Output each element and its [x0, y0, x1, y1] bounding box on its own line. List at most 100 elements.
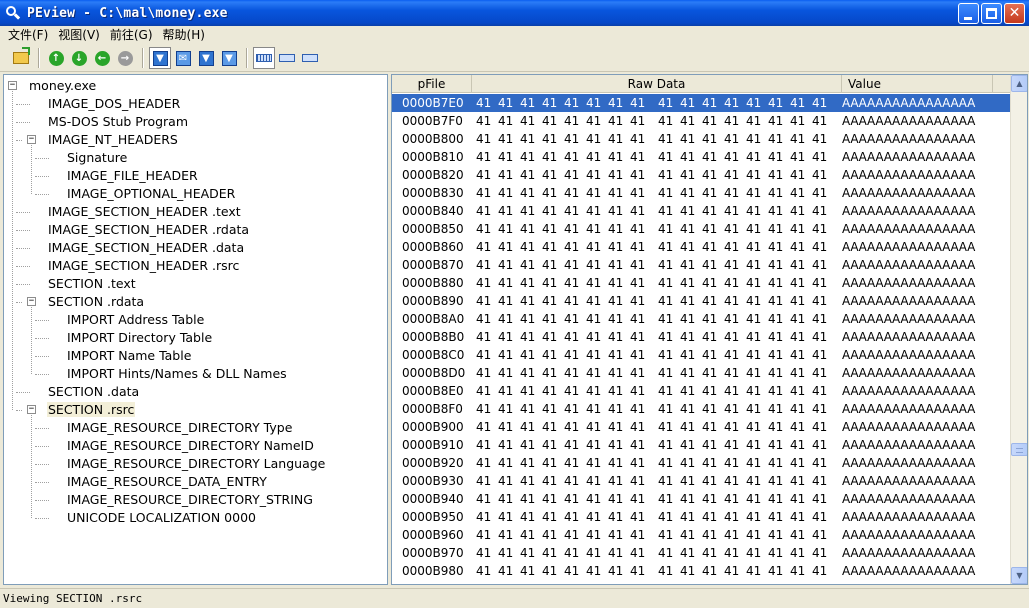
table-row[interactable]: 0000B800 41 41 41 41 41 41 41 41 41 41 41 41 41 41 41 41…: [392, 130, 1011, 148]
tree-connector: [35, 176, 49, 177]
maximize-button[interactable]: [981, 3, 1002, 24]
go-previous-button[interactable]: ←: [91, 47, 113, 69]
tree-node[interactable]: IMPORT Hints/Names & DLL Names: [66, 365, 288, 383]
tree-node[interactable]: IMAGE_NT_HEADERS: [47, 131, 179, 149]
table-row[interactable]: 0000B980 41 41 41 41 41 41 41 41 41 41 41 41 41 41 41 41…: [392, 562, 1011, 580]
table-row[interactable]: 0000B820 41 41 41 41 41 41 41 41 41 41 41 41 41 41 41 41…: [392, 166, 1011, 184]
hex-byte: 41: [498, 114, 514, 128]
tree-node[interactable]: MS-DOS Stub Program: [47, 113, 189, 131]
table-row[interactable]: 0000B8F0 41 41 41 41 41 41 41 41 41 41 41 41 41 41 41 41…: [392, 400, 1011, 418]
tree-node[interactable]: IMAGE_RESOURCE_DIRECTORY Type: [66, 419, 293, 437]
grid-header: pFile Raw Data Value: [392, 75, 1011, 93]
tree-node[interactable]: SECTION .rsrc: [47, 401, 136, 419]
title-bar[interactable]: PEview - C:\mal\money.exe ✕: [0, 0, 1029, 26]
structure-tree[interactable]: money.exe − IMAGE_DOS_HEADER MS-DOS Stub Pr…: [3, 74, 388, 585]
tree-node[interactable]: IMPORT Address Table: [66, 311, 205, 329]
tree-node[interactable]: IMAGE_RESOURCE_DIRECTORY_STRING: [66, 491, 314, 509]
table-row[interactable]: 0000B8E0 41 41 41 41 41 41 41 41 41 41 41 41 41 41 41 41…: [392, 382, 1011, 400]
table-row[interactable]: 0000B8C0 41 41 41 41 41 41 41 41 41 41 41 41 41 41 41 41…: [392, 346, 1011, 364]
tree-node[interactable]: IMAGE_SECTION_HEADER .rsrc: [47, 257, 240, 275]
table-row[interactable]: 0000B860 41 41 41 41 41 41 41 41 41 41 41 41 41 41 41 41…: [392, 238, 1011, 256]
tree-node[interactable]: IMAGE_SECTION_HEADER .data: [47, 239, 245, 257]
table-row[interactable]: 0000B8A0 41 41 41 41 41 41 41 41 41 41 41 41 41 41 41 41…: [392, 310, 1011, 328]
hex-byte: 41: [498, 222, 514, 236]
table-row[interactable]: 0000B870 41 41 41 41 41 41 41 41 41 41 41 41 41 41 41 41…: [392, 256, 1011, 274]
collapse-toggle-icon[interactable]: −: [27, 405, 36, 414]
minimize-button[interactable]: [958, 3, 979, 24]
go-next-button[interactable]: →: [114, 47, 136, 69]
view-word-button[interactable]: [276, 47, 298, 69]
tree-node[interactable]: IMPORT Directory Table: [66, 329, 213, 347]
tree-node[interactable]: IMAGE_RESOURCE_DIRECTORY Language: [66, 455, 326, 473]
tree-node[interactable]: UNICODE LOCALIZATION 0000: [66, 509, 257, 527]
hex-byte: 41: [812, 528, 828, 542]
table-row[interactable]: 0000B970 41 41 41 41 41 41 41 41 41 41 41 41 41 41 41 41…: [392, 544, 1011, 562]
table-row[interactable]: 0000B900 41 41 41 41 41 41 41 41 41 41 41 41 41 41 41 41…: [392, 418, 1011, 436]
table-row[interactable]: 0000B7E0 41 41 41 41 41 41 41 41 41 41 41 41 41 41 41 41…: [392, 94, 1011, 112]
table-row[interactable]: 0000B960 41 41 41 41 41 41 41 41 41 41 41 41 41 41 41 41…: [392, 526, 1011, 544]
table-row[interactable]: 0000B830 41 41 41 41 41 41 41 41 41 41 41 41 41 41 41 41…: [392, 184, 1011, 202]
tree-node[interactable]: IMAGE_RESOURCE_DIRECTORY NameID: [66, 437, 315, 455]
column-header-raw-data[interactable]: Raw Data: [472, 75, 842, 92]
collapse-toggle-icon[interactable]: −: [27, 297, 36, 306]
close-button[interactable]: ✕: [1004, 3, 1025, 24]
hex-byte: 41: [724, 312, 740, 326]
table-row[interactable]: 0000B940 41 41 41 41 41 41 41 41 41 41 41 41 41 41 41 41…: [392, 490, 1011, 508]
table-row[interactable]: 0000B880 41 41 41 41 41 41 41 41 41 41 41 41 41 41 41 41…: [392, 274, 1011, 292]
menu-help[interactable]: 帮助(H): [158, 26, 210, 45]
table-row[interactable]: 0000B890 41 41 41 41 41 41 41 41 41 41 41 41 41 41 41 41…: [392, 292, 1011, 310]
hex-byte: 41: [702, 132, 718, 146]
hex-byte: 41: [680, 420, 696, 434]
view-byte-button[interactable]: [253, 47, 275, 69]
table-row[interactable]: 0000B840 41 41 41 41 41 41 41 41 41 41 41 41 41 41 41 41…: [392, 202, 1011, 220]
column-header-pfile[interactable]: pFile: [392, 75, 472, 92]
tree-node-label: IMAGE_RESOURCE_DIRECTORY_STRING: [67, 492, 313, 507]
go-back-button[interactable]: ↑: [45, 47, 67, 69]
hex-byte: 41: [476, 402, 492, 416]
minimize-icon: [964, 17, 972, 20]
hex-byte: 41: [476, 276, 492, 290]
tree-node[interactable]: SECTION .text: [47, 275, 137, 293]
tree-node[interactable]: SECTION .data: [47, 383, 140, 401]
vertical-scrollbar[interactable]: ▲ ▼: [1010, 75, 1027, 584]
data-grid[interactable]: pFile Raw Data Value 0000B7E0 41 41 41 41 41 4…: [391, 74, 1028, 585]
table-row[interactable]: 0000B910 41 41 41 41 41 41 41 41 41 41 41 41 41 41 41 41…: [392, 436, 1011, 454]
view-mail-button[interactable]: ✉: [172, 47, 194, 69]
table-row[interactable]: 0000B850 41 41 41 41 41 41 41 41 41 41 41 41 41 41 41 41…: [392, 220, 1011, 238]
table-row[interactable]: 0000B8B0 41 41 41 41 41 41 41 41 41 41 41 41 41 41 41 41…: [392, 328, 1011, 346]
table-row[interactable]: 0000B810 41 41 41 41 41 41 41 41 41 41 41 41 41 41 41 41…: [392, 148, 1011, 166]
tree-node[interactable]: IMAGE_RESOURCE_DATA_ENTRY: [66, 473, 268, 491]
table-row[interactable]: 0000B7F0 41 41 41 41 41 41 41 41 41 41 41 41 41 41 41 41…: [392, 112, 1011, 130]
tree-node[interactable]: IMAGE_OPTIONAL_HEADER: [66, 185, 236, 203]
scroll-up-button[interactable]: ▲: [1011, 75, 1027, 92]
go-forward-button[interactable]: ↓: [68, 47, 90, 69]
menu-file[interactable]: 文件(F): [3, 26, 53, 45]
tree-node[interactable]: IMPORT Name Table: [66, 347, 192, 365]
column-header-value[interactable]: Value: [842, 75, 993, 92]
collapse-toggle-icon[interactable]: −: [8, 81, 17, 90]
open-file-button[interactable]: [10, 47, 32, 69]
table-row[interactable]: 0000B8D0 41 41 41 41 41 41 41 41 41 41 41 41 41 41 41 41…: [392, 364, 1011, 382]
tree-node[interactable]: SECTION .rdata: [47, 293, 145, 311]
tree-node[interactable]: Signature: [66, 149, 128, 167]
hex-byte: 41: [498, 186, 514, 200]
scroll-thumb[interactable]: [1011, 443, 1027, 456]
tree-node[interactable]: IMAGE_SECTION_HEADER .rdata: [47, 221, 250, 239]
tree-node[interactable]: IMAGE_SECTION_HEADER .text: [47, 203, 242, 221]
view-down-alt-button[interactable]: ▼: [218, 47, 240, 69]
menu-view[interactable]: 视图(V): [53, 26, 105, 45]
collapse-toggle-icon[interactable]: −: [27, 135, 36, 144]
hex-byte: 41: [564, 492, 580, 506]
table-row[interactable]: 0000B930 41 41 41 41 41 41 41 41 41 41 41 41 41 41 41 41…: [392, 472, 1011, 490]
view-hex-button[interactable]: ▼: [149, 47, 171, 69]
tree-node[interactable]: money.exe: [28, 77, 97, 95]
hex-byte: 41: [476, 348, 492, 362]
menu-goto[interactable]: 前往(G): [105, 26, 158, 45]
view-dword-button[interactable]: [299, 47, 321, 69]
table-row[interactable]: 0000B920 41 41 41 41 41 41 41 41 41 41 41 41 41 41 41 41…: [392, 454, 1011, 472]
scroll-down-button[interactable]: ▼: [1011, 567, 1027, 584]
tree-node[interactable]: IMAGE_DOS_HEADER: [47, 95, 181, 113]
tree-node[interactable]: IMAGE_FILE_HEADER: [66, 167, 199, 185]
view-down-button[interactable]: ▼: [195, 47, 217, 69]
table-row[interactable]: 0000B950 41 41 41 41 41 41 41 41 41 41 41 41 41 41 41 41…: [392, 508, 1011, 526]
